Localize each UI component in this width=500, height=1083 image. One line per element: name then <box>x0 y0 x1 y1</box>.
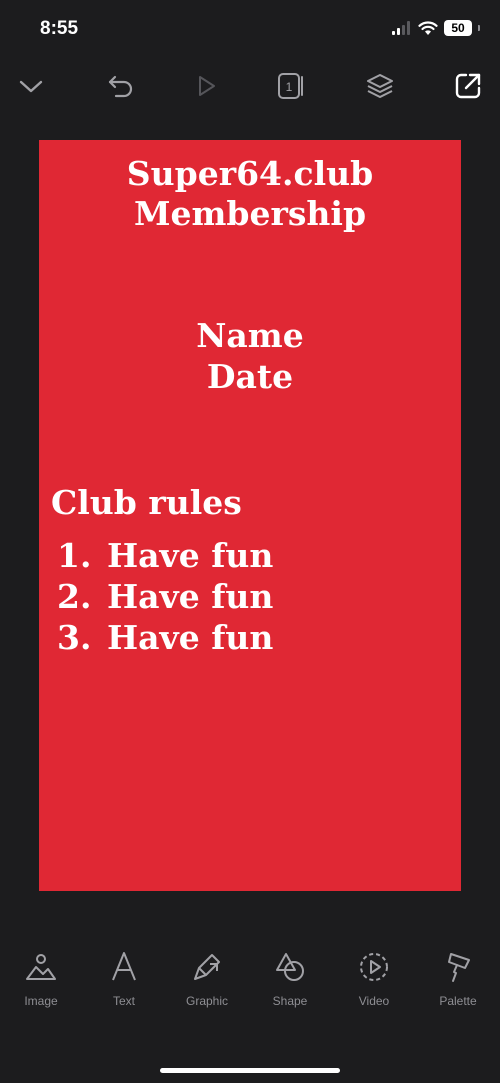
rule-item[interactable]: 3. Have fun <box>57 618 273 657</box>
graphic-tool-button[interactable]: Graphic <box>167 950 247 1020</box>
page-count-icon: 1 <box>278 73 303 99</box>
wifi-icon <box>418 20 438 35</box>
battery-tip <box>478 25 480 31</box>
image-icon <box>26 954 56 980</box>
layers-icon <box>367 74 393 98</box>
rule-text: Have fun <box>107 577 274 616</box>
image-tool-label: Image <box>24 994 58 1008</box>
page-count-text: 1 <box>286 80 293 94</box>
text-tool-label: Text <box>112 994 135 1008</box>
text-icon <box>112 952 136 981</box>
battery-icon: 50 <box>444 20 472 36</box>
palette-tool-button[interactable]: Palette <box>418 950 498 1020</box>
design-card[interactable]: Super64.club Membership Name Date Club r… <box>39 140 461 891</box>
home-indicator[interactable] <box>160 1068 340 1073</box>
date-label[interactable]: Date <box>39 357 461 396</box>
collapse-button[interactable] <box>13 68 49 104</box>
shape-icon <box>276 953 304 981</box>
layers-button[interactable] <box>362 68 398 104</box>
bottom-toolbar: Image Text Graphic Shape Video Palette <box>0 940 500 1030</box>
chevron-down-icon <box>19 80 43 93</box>
rules-heading[interactable]: Club rules <box>51 483 242 522</box>
rule-number: 3. <box>57 618 92 657</box>
status-bar: 8:55 50 <box>0 0 500 60</box>
graphic-tool-label: Graphic <box>185 994 229 1008</box>
rule-number: 1. <box>57 536 92 575</box>
signal-icon <box>392 21 410 35</box>
image-tool-button[interactable]: Image <box>1 950 81 1020</box>
title-line-1[interactable]: Super64.club <box>39 154 461 193</box>
editor-toolbar: 1 <box>0 62 500 110</box>
share-icon <box>455 73 481 99</box>
name-label[interactable]: Name <box>39 316 461 355</box>
text-tool-button[interactable]: Text <box>84 950 164 1020</box>
canvas-area: Super64.club Membership Name Date Club r… <box>0 110 500 920</box>
undo-icon <box>108 75 133 98</box>
video-tool-label: Video <box>358 994 390 1008</box>
rule-text: Have fun <box>107 536 274 575</box>
pages-button[interactable]: 1 <box>273 68 309 104</box>
rule-number: 2. <box>57 577 92 616</box>
title-line-2[interactable]: Membership <box>39 194 461 233</box>
palette-tool-label: Palette <box>439 994 477 1008</box>
shape-tool-button[interactable]: Shape <box>250 950 330 1020</box>
share-button[interactable] <box>450 68 486 104</box>
rule-item[interactable]: 2. Have fun <box>57 577 273 616</box>
play-icon <box>199 76 215 96</box>
rule-text: Have fun <box>107 618 274 657</box>
rule-item[interactable]: 1. Have fun <box>57 536 273 575</box>
palette-icon <box>448 953 470 982</box>
video-tool-button[interactable]: Video <box>334 950 414 1020</box>
shape-tool-label: Shape <box>272 994 308 1008</box>
undo-button[interactable] <box>103 68 139 104</box>
video-icon <box>360 953 388 981</box>
status-time: 8:55 <box>40 18 79 39</box>
graphic-icon <box>194 954 220 980</box>
status-indicators: 50 <box>392 20 480 36</box>
play-button[interactable] <box>188 68 224 104</box>
